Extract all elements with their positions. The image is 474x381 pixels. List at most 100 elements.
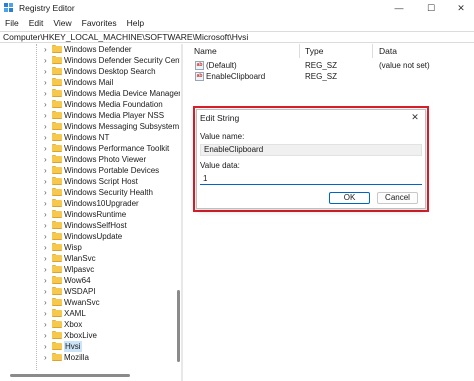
column-header-type[interactable]: Type [305, 44, 323, 58]
tree-item[interactable]: › Windows Desktop Search [0, 66, 174, 77]
minimize-button[interactable]: — [386, 0, 412, 16]
tree-item[interactable]: › Windows Portable Devices [0, 165, 174, 176]
tree-item[interactable]: › Windows NT [0, 132, 174, 143]
chevron-right-icon[interactable]: › [44, 320, 50, 329]
tree-item[interactable]: › Windows Photo Viewer [0, 154, 174, 165]
tree-item[interactable]: › Wlpasvc [0, 264, 174, 275]
folder-icon [52, 166, 62, 174]
chevron-right-icon[interactable]: › [44, 166, 50, 175]
list-row[interactable]: ab (Default) REG_SZ (value not set) [190, 60, 474, 71]
menu-file[interactable]: File [0, 18, 24, 28]
tree-item[interactable]: › Hvsi [0, 341, 174, 352]
column-separator[interactable] [299, 44, 300, 58]
cancel-button[interactable]: Cancel [377, 192, 418, 204]
folder-icon [52, 67, 62, 75]
tree-item[interactable]: › Windows Mail [0, 77, 174, 88]
chevron-right-icon[interactable]: › [44, 221, 50, 230]
chevron-right-icon[interactable]: › [44, 243, 50, 252]
tree-item[interactable]: › Windows Media Foundation [0, 99, 174, 110]
window-title: Registry Editor [19, 3, 75, 13]
chevron-right-icon[interactable]: › [44, 188, 50, 197]
tree-item[interactable]: › Windows Script Host [0, 176, 174, 187]
column-header-name[interactable]: Name [194, 44, 217, 58]
chevron-right-icon[interactable]: › [44, 298, 50, 307]
menu-view[interactable]: View [48, 18, 76, 28]
value-data-input[interactable]: 1 [200, 173, 422, 185]
column-header-data[interactable]: Data [379, 44, 397, 58]
tree-item[interactable]: › Wisp [0, 242, 174, 253]
tree-scrollbar-thumb[interactable] [177, 290, 180, 362]
tree-item-label: Windows Media Device Manager [64, 89, 180, 98]
chevron-right-icon[interactable]: › [44, 155, 50, 164]
folder-icon [52, 144, 62, 152]
tree-item[interactable]: › WindowsSelfHost [0, 220, 174, 231]
tree-item[interactable]: › Windows Performance Toolkit [0, 143, 174, 154]
tree-item-label: Mozilla [64, 353, 89, 362]
tree-item[interactable]: › Windows Defender [0, 44, 174, 55]
chevron-right-icon[interactable]: › [44, 287, 50, 296]
tree-item[interactable]: › Windows Media Player NSS [0, 110, 174, 121]
chevron-right-icon[interactable]: › [44, 122, 50, 131]
pane-splitter[interactable] [181, 44, 183, 381]
chevron-right-icon[interactable]: › [44, 45, 50, 54]
column-separator[interactable] [372, 44, 373, 58]
tree-item[interactable]: › Windows Messaging Subsystem [0, 121, 179, 132]
folder-icon [52, 199, 62, 207]
folder-icon [52, 45, 62, 53]
tree-hscrollbar-thumb[interactable] [10, 374, 130, 377]
tree-item[interactable]: › Mozilla [0, 352, 174, 363]
address-bar[interactable]: Computer\HKEY_LOCAL_MACHINE\SOFTWARE\Mic… [0, 31, 474, 43]
tree-item[interactable]: › Wow64 [0, 275, 174, 286]
tree-item[interactable]: › Windows Media Device Manager [0, 88, 180, 99]
tree-item-label: Windows Photo Viewer [64, 155, 147, 164]
menu-help[interactable]: Help [122, 18, 149, 28]
chevron-right-icon[interactable]: › [44, 276, 50, 285]
menu-edit[interactable]: Edit [24, 18, 49, 28]
tree-item[interactable]: › WlanSvc [0, 253, 174, 264]
chevron-right-icon[interactable]: › [44, 78, 50, 87]
tree-item[interactable]: › Xbox [0, 319, 174, 330]
list-row[interactable]: ab EnableClipboard REG_SZ [190, 71, 474, 82]
tree-item[interactable]: › XboxLive [0, 330, 174, 341]
tree-item[interactable]: › Windows Security Health [0, 187, 174, 198]
ok-button[interactable]: OK [329, 192, 370, 204]
chevron-right-icon[interactable]: › [44, 342, 50, 351]
chevron-right-icon[interactable]: › [44, 177, 50, 186]
dialog-close-button[interactable]: ✕ [408, 111, 422, 123]
chevron-right-icon[interactable]: › [44, 353, 50, 362]
menu-favorites[interactable]: Favorites [77, 18, 122, 28]
tree-item[interactable]: › Windows10Upgrader [0, 198, 174, 209]
chevron-right-icon[interactable]: › [44, 232, 50, 241]
folder-icon [52, 210, 62, 218]
chevron-right-icon[interactable]: › [44, 89, 50, 98]
chevron-right-icon[interactable]: › [44, 309, 50, 318]
tree-item-label: Windows Messaging Subsystem [64, 122, 180, 131]
tree-horizontal-scrollbar[interactable] [0, 370, 180, 381]
chevron-right-icon[interactable]: › [44, 67, 50, 76]
folder-icon [52, 331, 62, 339]
tree-item-label: Wow64 [64, 276, 91, 285]
chevron-right-icon[interactable]: › [44, 199, 50, 208]
tree-item[interactable]: › XAML [0, 308, 174, 319]
tree-item-label: Wisp [64, 243, 82, 252]
tree-item-label: Windows Media Foundation [64, 100, 163, 109]
chevron-right-icon[interactable]: › [44, 111, 50, 120]
tree-item[interactable]: › WwanSvc [0, 297, 174, 308]
folder-icon [52, 100, 62, 108]
chevron-right-icon[interactable]: › [44, 133, 50, 142]
tree-item[interactable]: › WindowsRuntime [0, 209, 174, 220]
maximize-button[interactable]: ☐ [418, 0, 444, 16]
chevron-right-icon[interactable]: › [44, 210, 50, 219]
tree-vertical-scrollbar[interactable] [176, 44, 180, 370]
tree-item[interactable]: › WindowsUpdate [0, 231, 174, 242]
close-button[interactable]: ✕ [448, 0, 474, 16]
dialog-title: Edit String [200, 113, 240, 123]
chevron-right-icon[interactable]: › [44, 265, 50, 274]
chevron-right-icon[interactable]: › [44, 100, 50, 109]
chevron-right-icon[interactable]: › [44, 254, 50, 263]
tree-item[interactable]: › Windows Defender Security Center [0, 55, 180, 66]
chevron-right-icon[interactable]: › [44, 331, 50, 340]
tree-item[interactable]: › WSDAPI [0, 286, 174, 297]
chevron-right-icon[interactable]: › [44, 144, 50, 153]
chevron-right-icon[interactable]: › [44, 56, 50, 65]
